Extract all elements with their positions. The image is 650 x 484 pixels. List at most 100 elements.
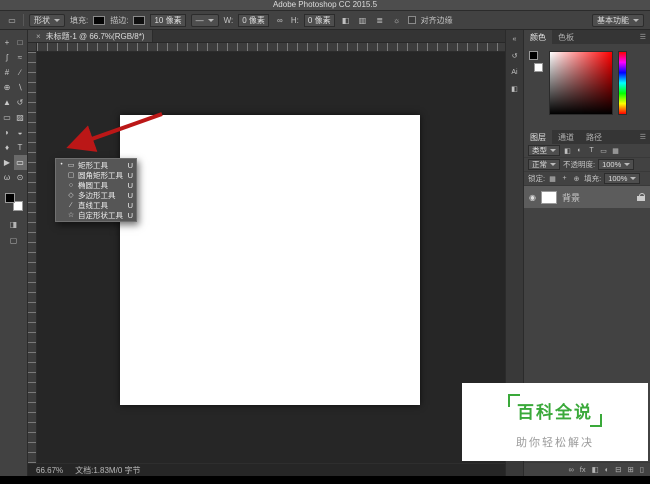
path-arrangement-icon[interactable]: ≣ <box>374 16 386 25</box>
stroke-type-dropdown[interactable]: — <box>190 13 219 27</box>
tool-eyedropper[interactable]: ∕ <box>14 65 27 80</box>
tool-mode-dropdown[interactable]: 形状 <box>29 13 65 27</box>
tool-blur[interactable]: ◗ <box>1 125 14 140</box>
gradient-tool-icon: ▨ <box>16 113 24 122</box>
tool-dodge[interactable]: ◒ <box>14 125 27 140</box>
link-layers-icon[interactable]: ∞ <box>568 465 573 474</box>
tab-paths[interactable]: 路径 <box>580 130 608 144</box>
gear-icon[interactable]: ☼ <box>391 16 403 25</box>
stroke-swatch[interactable] <box>133 15 146 25</box>
tool-mode-value: 形状 <box>34 15 50 25</box>
layers-panel-footer: ∞ fx ◧ ◐ ⊟ ⊞ ▯ <box>524 462 650 476</box>
filter-smart-objects-icon[interactable]: ▦ <box>611 147 620 155</box>
document-size-info[interactable]: 文档:1.83M/0 字节 <box>75 465 140 476</box>
tool-crop[interactable]: # <box>1 65 14 80</box>
hue-slider[interactable] <box>618 51 627 115</box>
vertical-ruler[interactable] <box>28 52 37 463</box>
opacity-field[interactable]: 100% <box>598 159 635 170</box>
layer-effects-icon[interactable]: fx <box>580 465 586 474</box>
new-layer-icon[interactable]: ⊞ <box>628 465 634 474</box>
foreground-color-swatch[interactable] <box>4 193 15 203</box>
blend-mode-dropdown[interactable]: 正常 <box>528 159 560 170</box>
tool-history-brush[interactable]: ↺ <box>14 95 27 110</box>
workspace-switcher[interactable]: 基本功能 <box>592 13 644 27</box>
color-spectrum-picker[interactable] <box>549 51 613 115</box>
close-icon[interactable]: × <box>36 32 41 41</box>
tool-marquee[interactable]: □ <box>14 35 27 50</box>
color-swatch-widget <box>4 193 23 211</box>
path-operations-icon[interactable]: ◧ <box>340 16 352 25</box>
learn-panel-icon[interactable]: Ai <box>511 69 517 76</box>
flyout-item-polygon-tool[interactable]: ◇ 多边形工具 U <box>56 190 136 200</box>
tool-eraser[interactable]: ▭ <box>1 110 14 125</box>
current-tool-icon[interactable]: ▭ <box>6 16 18 25</box>
screen-mode-icon[interactable]: ▢ <box>10 236 18 245</box>
tool-rectangle[interactable]: ▭ <box>13 155 27 170</box>
tool-move[interactable]: + <box>1 35 14 50</box>
align-edges-checkbox[interactable] <box>407 16 416 24</box>
adjustment-layer-icon[interactable]: ◐ <box>605 465 610 474</box>
status-bar: 66.67% 文档:1.83M/0 字节 <box>28 463 505 476</box>
flyout-item-custom-shape-tool[interactable]: ☆ 自定形状工具 U <box>56 210 136 220</box>
tab-color[interactable]: 颜色 <box>524 30 552 44</box>
link-dimensions-icon[interactable]: ∞ <box>274 16 286 25</box>
tab-channels[interactable]: 通道 <box>552 130 580 144</box>
tool-healing-brush[interactable]: ⊕ <box>1 80 14 95</box>
width-field[interactable]: 0 像素 <box>238 13 269 27</box>
filter-shape-layers-icon[interactable]: ▭ <box>599 147 608 155</box>
delete-layer-icon[interactable]: ▯ <box>640 465 644 474</box>
fill-opacity-field[interactable]: 100% <box>604 173 641 184</box>
tool-pen[interactable]: ♦ <box>1 140 14 155</box>
layer-filter-dropdown[interactable]: 类型 <box>528 145 560 156</box>
height-field[interactable]: 0 像素 <box>303 13 335 27</box>
layer-mask-icon[interactable]: ◧ <box>592 465 599 474</box>
panel-menu-icon[interactable]: ☰ <box>640 30 650 44</box>
lock-transparency-icon[interactable]: ▦ <box>548 175 557 183</box>
tool-clone-stamp[interactable]: ▲ <box>1 95 14 110</box>
ruler-corner[interactable] <box>28 43 37 52</box>
tool-quick-selection[interactable]: ≈ <box>14 50 27 65</box>
lock-position-icon[interactable]: + <box>560 175 569 182</box>
quick-mask-icon[interactable]: ◨ <box>10 220 18 229</box>
stroke-width-field[interactable]: 10 像素 <box>150 13 186 27</box>
flyout-item-rounded-rectangle-tool[interactable]: ▢ 圆角矩形工具 U <box>56 170 136 180</box>
tab-layers[interactable]: 图层 <box>524 130 552 144</box>
layer-visibility-icon[interactable]: ◉ <box>529 193 536 202</box>
healing-brush-tool-icon: ⊕ <box>3 83 11 92</box>
layer-row-background[interactable]: ◉ 背景 <box>524 186 650 208</box>
flyout-item-rectangle-tool[interactable]: • ▭ 矩形工具 U <box>56 160 136 170</box>
history-panel-icon[interactable]: ↺ <box>512 52 518 60</box>
flyout-item-line-tool[interactable]: ∕ 直线工具 U <box>56 200 136 210</box>
flyout-item-ellipse-tool[interactable]: ○ 椭圆工具 U <box>56 180 136 190</box>
foreground-color-swatch[interactable] <box>529 51 538 60</box>
tool-hand[interactable]: ω <box>1 170 14 185</box>
layer-group-icon[interactable]: ⊟ <box>615 465 621 474</box>
tool-path-selection[interactable]: ▶ <box>1 155 14 170</box>
background-color-swatch[interactable] <box>534 63 543 72</box>
canvas-area[interactable] <box>28 43 505 463</box>
lock-pixels-icon[interactable]: ⊕ <box>572 175 581 183</box>
tool-type[interactable]: T <box>14 140 27 155</box>
zoom-level[interactable]: 66.67% <box>36 466 63 475</box>
properties-panel-icon[interactable]: ◧ <box>511 85 518 93</box>
filter-pixel-layers-icon[interactable]: ◧ <box>563 147 572 155</box>
tool-gradient[interactable]: ▨ <box>14 110 27 125</box>
layer-thumbnail[interactable] <box>540 190 557 204</box>
chevron-down-icon <box>624 163 631 166</box>
document-canvas[interactable] <box>120 115 420 405</box>
tab-swatches[interactable]: 色板 <box>552 30 580 44</box>
filter-type-layers-icon[interactable]: T <box>587 147 596 154</box>
tool-lasso[interactable]: ʃ <box>1 50 14 65</box>
shape-tools-flyout-menu: • ▭ 矩形工具 U ▢ 圆角矩形工具 U ○ 椭圆工具 U ◇ 多边形工具 U… <box>55 158 137 222</box>
panel-menu-icon[interactable]: ☰ <box>640 130 650 144</box>
tool-zoom[interactable]: ⊙ <box>14 170 27 185</box>
collapse-panels-icon[interactable]: « <box>513 36 517 43</box>
horizontal-ruler[interactable] <box>37 43 505 52</box>
fill-swatch[interactable] <box>93 15 106 25</box>
document-tab[interactable]: × 未标题-1 @ 66.7%(RGB/8*) <box>28 30 154 42</box>
tool-brush[interactable]: ∖ <box>14 80 27 95</box>
path-alignment-icon[interactable]: ▥ <box>357 16 369 25</box>
eyedropper-tool-icon: ∕ <box>19 68 21 77</box>
flyout-item-shortcut: U <box>127 190 133 200</box>
filter-adjustment-layers-icon[interactable]: ◐ <box>575 147 584 154</box>
